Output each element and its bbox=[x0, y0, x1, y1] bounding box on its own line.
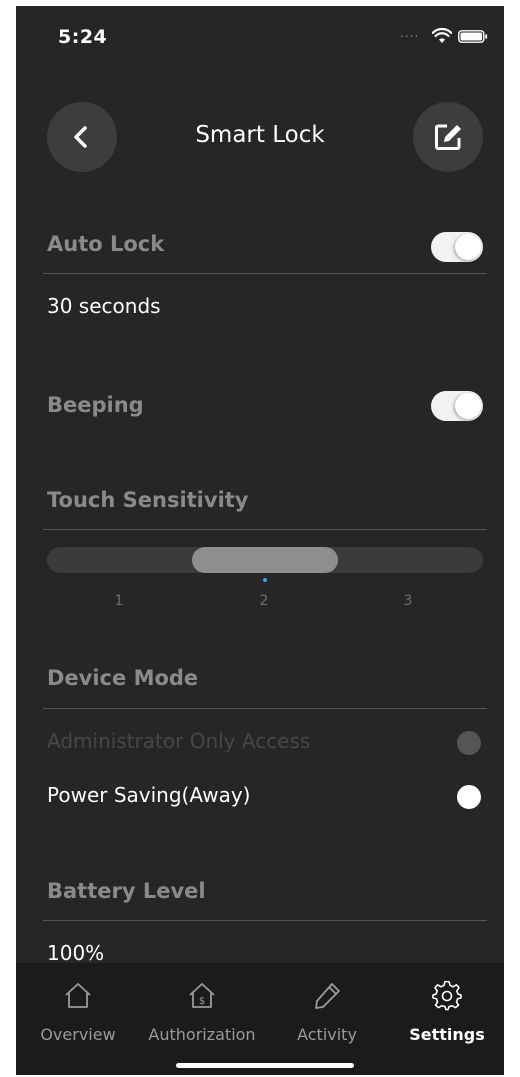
page-title: Smart Lock bbox=[195, 122, 325, 148]
tick-label-3: 3 bbox=[403, 593, 413, 609]
touch-sensitivity-label: Touch Sensitivity bbox=[47, 488, 249, 512]
divider bbox=[43, 529, 487, 530]
tab-settings[interactable]: Settings bbox=[402, 963, 492, 1063]
tab-activity-label: Activity bbox=[297, 1025, 357, 1044]
tab-settings-label: Settings bbox=[409, 1025, 485, 1044]
divider bbox=[43, 708, 487, 709]
svg-text:$: $ bbox=[199, 996, 205, 1007]
toggle-knob bbox=[455, 393, 481, 419]
beeping-label: Beeping bbox=[47, 393, 144, 417]
back-button[interactable] bbox=[47, 102, 117, 172]
tick-label-1: 1 bbox=[114, 593, 124, 609]
auto-lock-label: Auto Lock bbox=[47, 232, 165, 256]
status-time: 5:24 bbox=[58, 26, 108, 48]
power-saving-radio[interactable] bbox=[457, 785, 481, 809]
home-icon bbox=[65, 983, 91, 1008]
tab-activity[interactable]: Activity bbox=[282, 963, 372, 1063]
tab-authorization[interactable]: $ Authorization bbox=[138, 963, 266, 1063]
signal-icon: .... bbox=[400, 26, 420, 40]
sensitivity-slider-thumb[interactable] bbox=[192, 547, 338, 573]
tab-overview[interactable]: Overview bbox=[28, 963, 128, 1063]
tick-label-2: 2 bbox=[259, 593, 269, 609]
beeping-toggle[interactable] bbox=[431, 391, 483, 421]
home-key-icon: $ bbox=[189, 983, 215, 1008]
pencil-icon bbox=[315, 983, 340, 1009]
power-saving-label: Power Saving(Away) bbox=[47, 783, 251, 807]
gear-icon bbox=[432, 981, 462, 1011]
slider-position-dot bbox=[263, 578, 267, 582]
edit-button[interactable] bbox=[413, 102, 483, 172]
toggle-knob bbox=[455, 234, 481, 260]
bottom-tab-bar: Overview $ Authorization Activity Settin… bbox=[16, 963, 504, 1075]
admin-only-access-radio[interactable] bbox=[457, 731, 481, 755]
auto-lock-value[interactable]: 30 seconds bbox=[47, 294, 161, 318]
divider bbox=[43, 273, 487, 274]
device-mode-label: Device Mode bbox=[47, 666, 199, 690]
status-bar: 5:24 .... bbox=[16, 6, 504, 66]
app-screen: 5:24 .... Smart Lock Auto Lock 30 second… bbox=[16, 6, 504, 1075]
battery-level-label: Battery Level bbox=[47, 879, 206, 903]
auto-lock-toggle[interactable] bbox=[431, 232, 483, 262]
battery-icon bbox=[458, 30, 488, 43]
tab-authorization-label: Authorization bbox=[148, 1025, 256, 1044]
admin-only-access-label: Administrator Only Access bbox=[47, 729, 311, 753]
tab-overview-label: Overview bbox=[40, 1025, 116, 1044]
chevron-left-icon bbox=[74, 126, 87, 148]
home-indicator bbox=[176, 1063, 354, 1068]
edit-icon bbox=[435, 124, 461, 150]
wifi-icon bbox=[432, 28, 452, 43]
battery-level-value: 100% bbox=[47, 941, 105, 965]
divider bbox=[43, 920, 487, 921]
